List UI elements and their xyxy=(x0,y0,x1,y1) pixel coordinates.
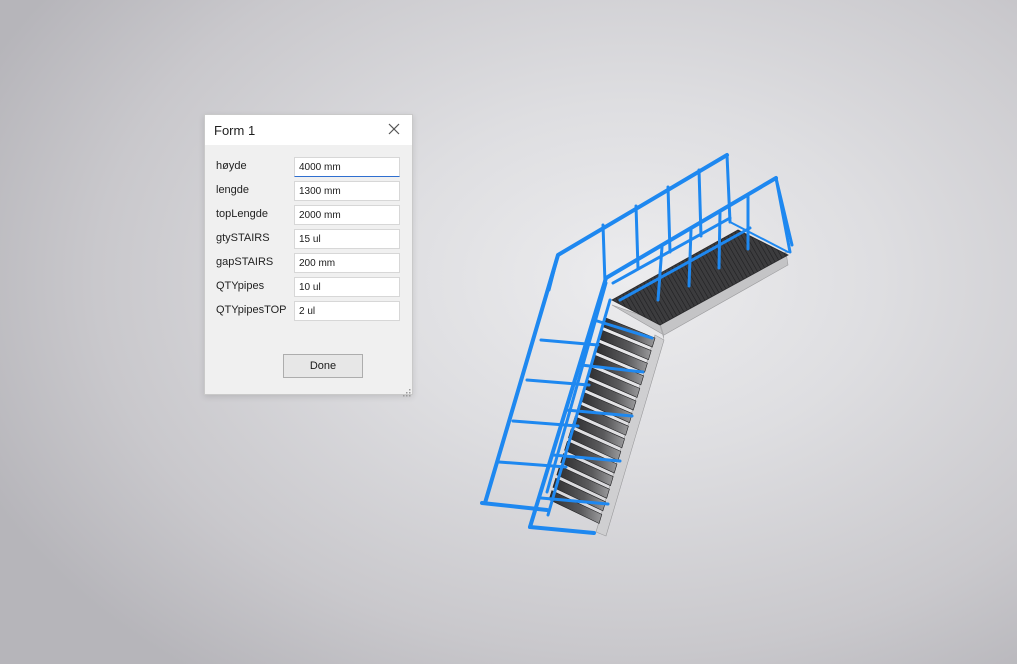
staircase-model[interactable] xyxy=(0,0,1017,664)
param-row-qtypipes: QTYpipes xyxy=(205,277,412,297)
param-input-gapstairs[interactable] xyxy=(294,253,400,273)
top-end-post xyxy=(774,176,792,254)
param-label-hoyde: høyde xyxy=(216,160,247,172)
top-far-post xyxy=(697,168,703,238)
top-far-post xyxy=(725,153,732,224)
outer-post xyxy=(547,253,560,292)
param-row-hoyde: høyde xyxy=(205,157,412,177)
param-label-gapstairs: gapSTAIRS xyxy=(216,256,274,268)
close-icon[interactable] xyxy=(386,121,402,137)
param-input-toplengde[interactable] xyxy=(294,205,400,225)
param-input-hoyde[interactable] xyxy=(294,157,400,177)
param-input-qtypipes[interactable] xyxy=(294,277,400,297)
resize-grip-icon[interactable] xyxy=(402,384,411,397)
param-label-gtystairs: gtySTAIRS xyxy=(216,232,270,244)
done-button[interactable]: Done xyxy=(283,354,363,378)
param-row-qtypipestop: QTYpipesTOP xyxy=(205,301,412,321)
param-row-lengde: lengde xyxy=(205,181,412,201)
param-row-toplengde: topLengde xyxy=(205,205,412,225)
top-far-post xyxy=(601,223,607,285)
param-input-gtystairs[interactable] xyxy=(294,229,400,249)
param-label-qtypipes: QTYpipes xyxy=(216,280,265,292)
param-label-lengde: lengde xyxy=(216,184,250,196)
form-dialog: Form 1 høyde lengde topLengde gtySTAIRS xyxy=(204,114,413,397)
inner-foot-rail xyxy=(528,525,596,535)
top-near-post xyxy=(717,211,722,270)
dialog-title: Form 1 xyxy=(214,123,256,138)
param-label-toplengde: topLengde xyxy=(216,208,268,220)
railing xyxy=(480,153,794,535)
param-input-qtypipestop[interactable] xyxy=(294,301,400,321)
param-row-gtystairs: gtySTAIRS xyxy=(205,229,412,249)
param-label-qtypipestop: QTYpipesTOP xyxy=(216,304,287,316)
param-row-gapstairs: gapSTAIRS xyxy=(205,253,412,273)
top-far-post xyxy=(634,204,640,270)
3d-viewport[interactable]: Form 1 høyde lengde topLengde gtySTAIRS xyxy=(0,0,1017,664)
top-far-post xyxy=(666,185,672,254)
dialog-titlebar[interactable]: Form 1 xyxy=(205,115,412,145)
param-input-lengde[interactable] xyxy=(294,181,400,201)
